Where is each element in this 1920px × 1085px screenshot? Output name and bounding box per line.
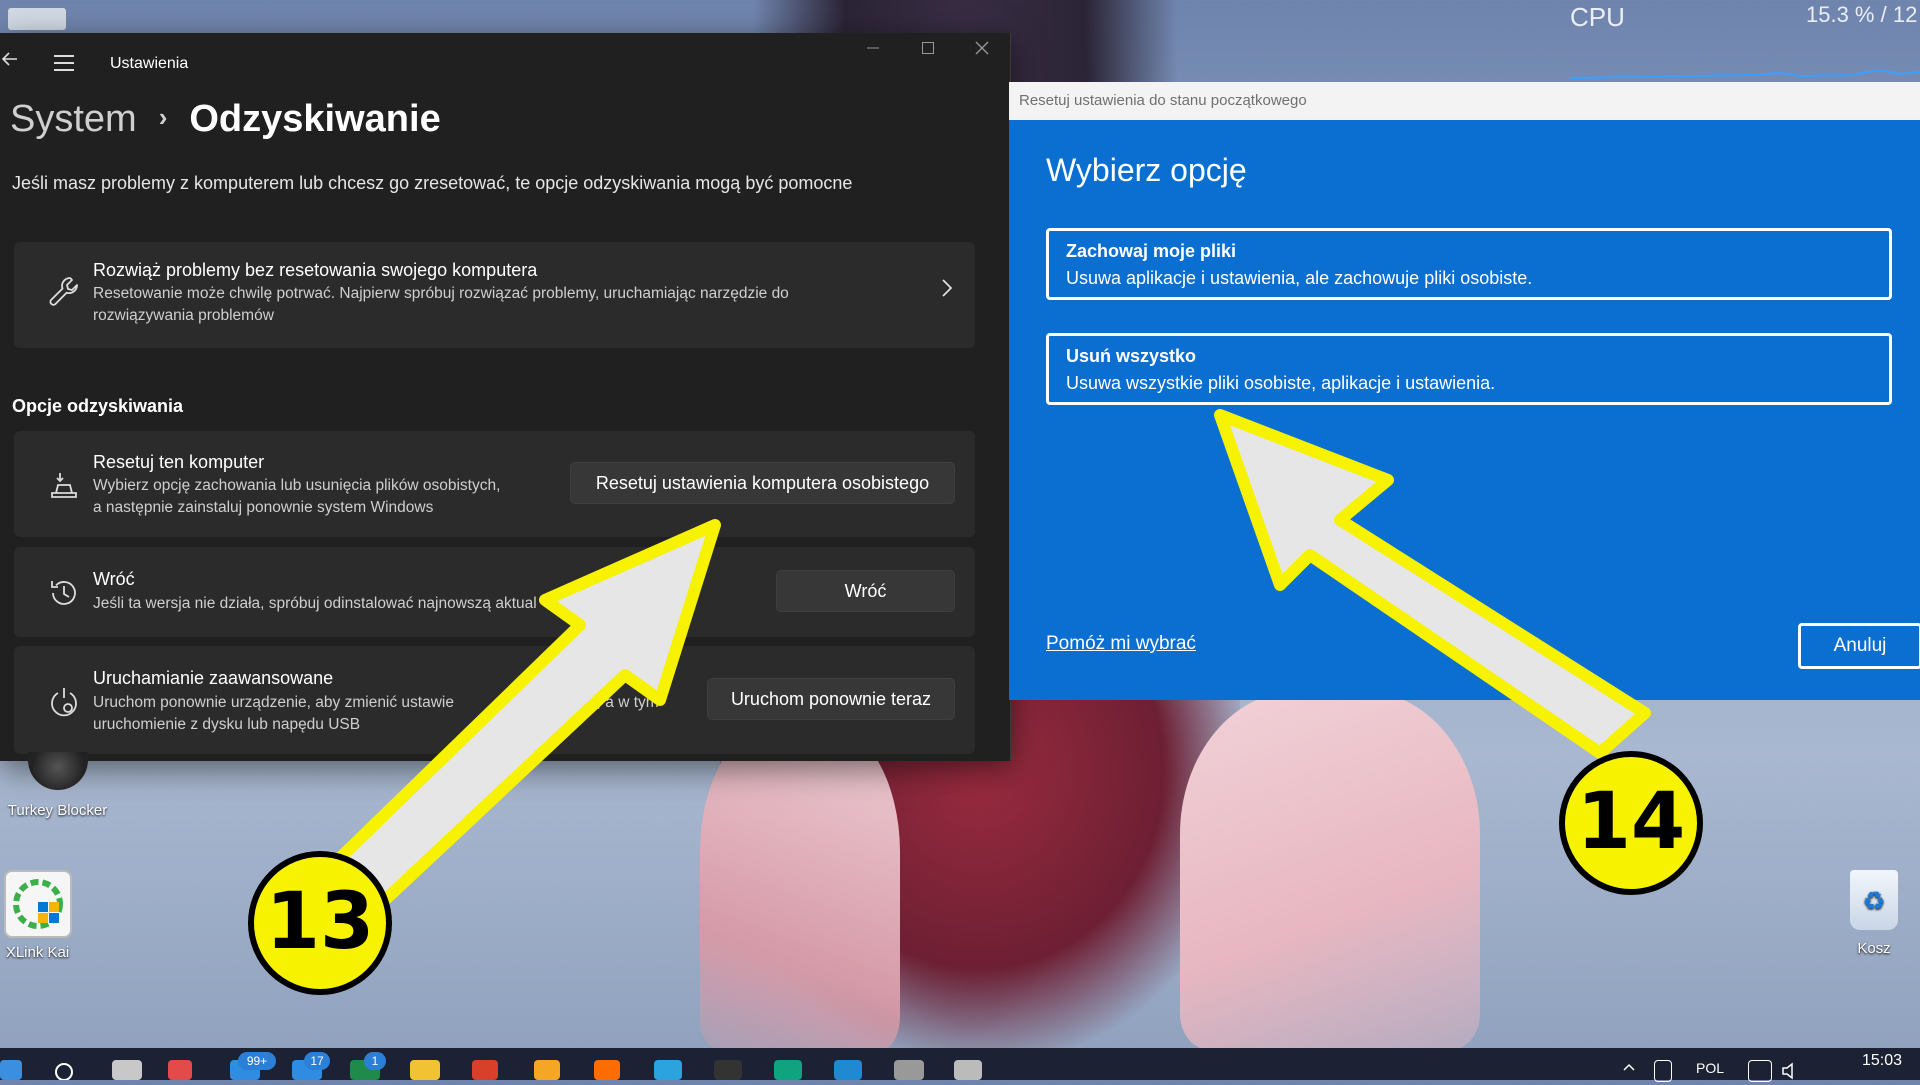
network-icon[interactable] (1748, 1060, 1772, 1082)
wallpaper-sleeve-left (700, 720, 900, 1050)
back-arrow-icon[interactable] (0, 49, 20, 69)
clock[interactable]: 15:03 (1862, 1052, 1902, 1070)
dialog-header: Resetuj ustawienia do stanu początkowego (1009, 82, 1920, 121)
cpu-label: CPU (1570, 2, 1625, 32)
turkey-blocker-icon (27, 752, 88, 790)
settings-gear-icon[interactable] (954, 1060, 982, 1080)
wallpaper-sleeve-right (1180, 690, 1480, 1050)
cpu-graph (1570, 68, 1920, 79)
taskbar: 99+ 17 1 POL 15:03 (0, 1048, 1920, 1082)
desktop-icon-label: Kosz (1857, 940, 1891, 957)
chevron-right-icon (941, 278, 953, 304)
go-back-title: Wróć (93, 569, 135, 589)
language-indicator[interactable]: POL (1696, 1060, 1724, 1076)
advanced-startup-desc-line2: uruchomienie z dysku lub napędu USB (93, 716, 361, 733)
settings-window: Ustawienia System › Odzyskiwanie Jeśli mas… (0, 33, 1011, 761)
reset-pc-icon (46, 467, 84, 505)
dialog-title: Wybierz opcję (1046, 152, 1247, 188)
folder-icon[interactable] (410, 1060, 440, 1080)
help-me-choose-link[interactable]: Pomóż mi wybrać (1046, 633, 1196, 655)
wrench-icon (46, 274, 84, 312)
desktop-icon-xlink-kai[interactable]: XLink Kai (0, 870, 75, 961)
maximize-button[interactable] (921, 41, 935, 60)
reset-dialog: Wybierz opcję Zachowaj moje pliki Usuwa … (1009, 120, 1920, 700)
start-button-icon[interactable] (0, 1060, 22, 1080)
page-title: Odzyskiwanie (189, 98, 441, 140)
svg-text:♻: ♻ (1862, 886, 1885, 916)
advanced-startup-title: Uruchamianie zaawansowane (93, 668, 334, 688)
app-icon-red[interactable] (168, 1060, 192, 1080)
desktop-icon-recycle-bin[interactable]: ♻ Kosz (1835, 870, 1913, 957)
reset-pc-desc-line1: Wybierz opcję zachowania lub usunięcia p… (93, 477, 501, 494)
search-icon[interactable] (52, 1060, 78, 1081)
troubleshoot-desc-line2: rozwiązywania problemów (93, 307, 274, 324)
app-icon-dark[interactable] (714, 1060, 742, 1080)
dialog-header-title: Resetuj ustawienia do stanu początkowego (1019, 92, 1307, 109)
option-remove-everything-title: Usuń wszystko (1066, 346, 1197, 366)
vscode-icon[interactable] (834, 1060, 862, 1080)
option-keep-files-desc: Usuwa aplikacje i ustawienia, ale zachow… (1066, 268, 1533, 288)
go-back-card: Wróć Jeśli ta wersja nie działa, spróbuj… (14, 547, 975, 637)
hamburger-menu-icon[interactable] (54, 55, 74, 71)
option-remove-everything-desc: Usuwa wszystkie pliki osobiste, aplikacj… (1066, 373, 1496, 393)
app-icon-gray[interactable] (894, 1060, 924, 1080)
chevron-up-icon[interactable] (1622, 1060, 1636, 1080)
volume-icon[interactable] (1780, 1060, 1800, 1080)
messenger-badge: 17 (304, 1052, 330, 1070)
telegram-icon[interactable] (654, 1060, 682, 1080)
usb-icon[interactable] (1654, 1060, 1672, 1082)
xlink-kai-icon (3, 870, 72, 938)
desktop-icon-turkey-blocker[interactable]: Turkey Blocker (0, 752, 115, 819)
title-bar: Ustawienia (0, 33, 1010, 83)
reset-pc-title: Resetuj ten komputer (93, 452, 265, 472)
breadcrumb-system[interactable]: System (10, 98, 137, 140)
advanced-startup-desc-line1: Uruchom ponownie urządzenie, aby zmienić… (93, 694, 454, 711)
recycle-bin-icon: ♻ (1850, 870, 1898, 930)
reset-pc-desc-line2: a następnie zainstaluj ponownie system W… (93, 499, 434, 516)
task-view-icon[interactable] (112, 1060, 142, 1080)
step-badge-14: 14 (1559, 751, 1703, 895)
reset-pc-button[interactable]: Resetuj ustawienia komputera osobistego (570, 462, 955, 504)
minimize-button[interactable] (866, 41, 880, 60)
restart-now-button[interactable]: Uruchom ponownie teraz (707, 678, 955, 720)
advanced-startup-card: Uruchamianie zaawansowane Uruchom ponown… (14, 646, 975, 754)
desktop-icon-label: Turkey Blocker (7, 802, 108, 819)
step-badge-13: 13 (248, 851, 392, 995)
cpu-value: 15.3 % / 12 c (1806, 2, 1920, 27)
desktop-icon-label: XLink Kai (5, 944, 70, 961)
section-heading: Opcje odzyskiwania (12, 396, 184, 416)
option-remove-everything[interactable]: Usuń wszystko Usuwa wszystkie pliki osob… (1046, 333, 1892, 405)
close-button[interactable] (975, 41, 989, 60)
advanced-startup-desc-line1b: nia, a w tym (576, 694, 659, 711)
history-icon (46, 575, 84, 613)
option-keep-files-title: Zachowaj moje pliki (1066, 241, 1237, 261)
go-back-desc: Jeśli ta wersja nie działa, spróbuj odin… (93, 595, 537, 612)
page-subtitle: Jeśli masz problemy z komputerem lub chc… (12, 173, 853, 193)
troubleshoot-desc-line1: Resetowanie może chwilę potrwać. Najpier… (93, 285, 789, 302)
chatgpt-icon[interactable] (774, 1060, 802, 1080)
cancel-button[interactable]: Anuluj (1798, 623, 1920, 669)
folder-icon[interactable] (8, 8, 66, 30)
go-back-button[interactable]: Wróć (776, 570, 955, 612)
app-icon-orange[interactable] (594, 1060, 620, 1080)
breadcrumb-separator: › (158, 102, 168, 132)
app-title: Ustawienia (110, 55, 189, 72)
reset-pc-card: Resetuj ten komputer Wybierz opcję zacho… (14, 431, 975, 537)
xbox-badge: 1 (364, 1052, 386, 1070)
option-keep-files[interactable]: Zachowaj moje pliki Usuwa aplikacje i us… (1046, 228, 1892, 300)
troubleshoot-title: Rozwiąż problemy bez resetowania swojego… (93, 260, 538, 280)
firefox-icon[interactable] (534, 1060, 560, 1080)
brave-icon[interactable] (472, 1060, 498, 1080)
breadcrumb: System › Odzyskiwanie (10, 98, 441, 141)
troubleshoot-card[interactable]: Rozwiąż problemy bez resetowania swojego… (14, 242, 975, 348)
advanced-startup-icon (46, 684, 84, 722)
mail-badge: 99+ (238, 1052, 276, 1070)
